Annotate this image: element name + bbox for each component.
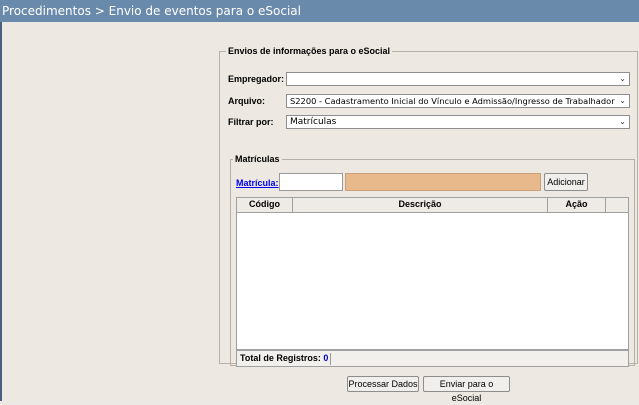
table-header: Código Descrição Ação: [237, 198, 628, 213]
total-divider: [330, 352, 332, 365]
column-header-spacer: [606, 198, 628, 212]
arquivo-select[interactable]: S2200 - Cadastramento Inicial do Vínculo…: [286, 94, 630, 108]
envios-legend: Envios de informações para o eSocial: [228, 46, 391, 56]
chevron-down-icon: ⌄: [619, 96, 626, 105]
empregador-select[interactable]: ⌄: [286, 72, 630, 86]
chevron-down-icon: ⌄: [619, 74, 626, 83]
matricula-input[interactable]: [279, 173, 343, 191]
total-registros-bar: Total de Registros: 0: [237, 349, 628, 366]
breadcrumb: Procedimentos > Envio de eventos para o …: [2, 4, 301, 18]
filtrar-label: Filtrar por:: [228, 117, 274, 127]
arquivo-row: Arquivo: S2200 - Cadastramento Inicial d…: [228, 94, 632, 108]
send-esocial-button[interactable]: Enviar para o eSocial: [423, 376, 510, 403]
matricula-link[interactable]: Matrícula:: [236, 178, 279, 188]
chevron-down-icon: ⌄: [619, 117, 626, 126]
arquivo-value: S2200 - Cadastramento Inicial do Vínculo…: [290, 96, 615, 106]
filtrar-select[interactable]: Matrículas ⌄: [286, 115, 630, 129]
filtrar-value: Matrículas: [290, 117, 337, 127]
envios-fieldset: Envios de informações para o eSocial Emp…: [219, 46, 638, 367]
main-area: Envios de informações para o eSocial Emp…: [2, 22, 639, 403]
matriculas-table: Código Descrição Ação Total de Registros…: [236, 197, 629, 367]
matricula-description-field: [345, 173, 541, 191]
empregador-row: Empregador: ⌄: [228, 72, 632, 86]
arquivo-label: Arquivo:: [228, 96, 265, 106]
filtrar-row: Filtrar por: Matrículas ⌄: [228, 115, 632, 129]
total-label: Total de Registros:: [240, 353, 321, 363]
column-header-acao: Ação: [548, 198, 606, 212]
matriculas-fieldset: Matrículas Matrícula: Adicionar Código D…: [230, 154, 635, 367]
empregador-label: Empregador:: [228, 74, 285, 84]
add-button[interactable]: Adicionar: [544, 173, 588, 191]
page-title-bar: Procedimentos > Envio de eventos para o …: [0, 0, 639, 22]
column-header-descricao: Descrição: [293, 198, 548, 212]
process-data-button[interactable]: Processar Dados: [347, 376, 419, 392]
matriculas-legend: Matrículas: [235, 154, 280, 164]
column-header-codigo: Código: [237, 198, 293, 212]
total-count: 0: [323, 353, 329, 363]
